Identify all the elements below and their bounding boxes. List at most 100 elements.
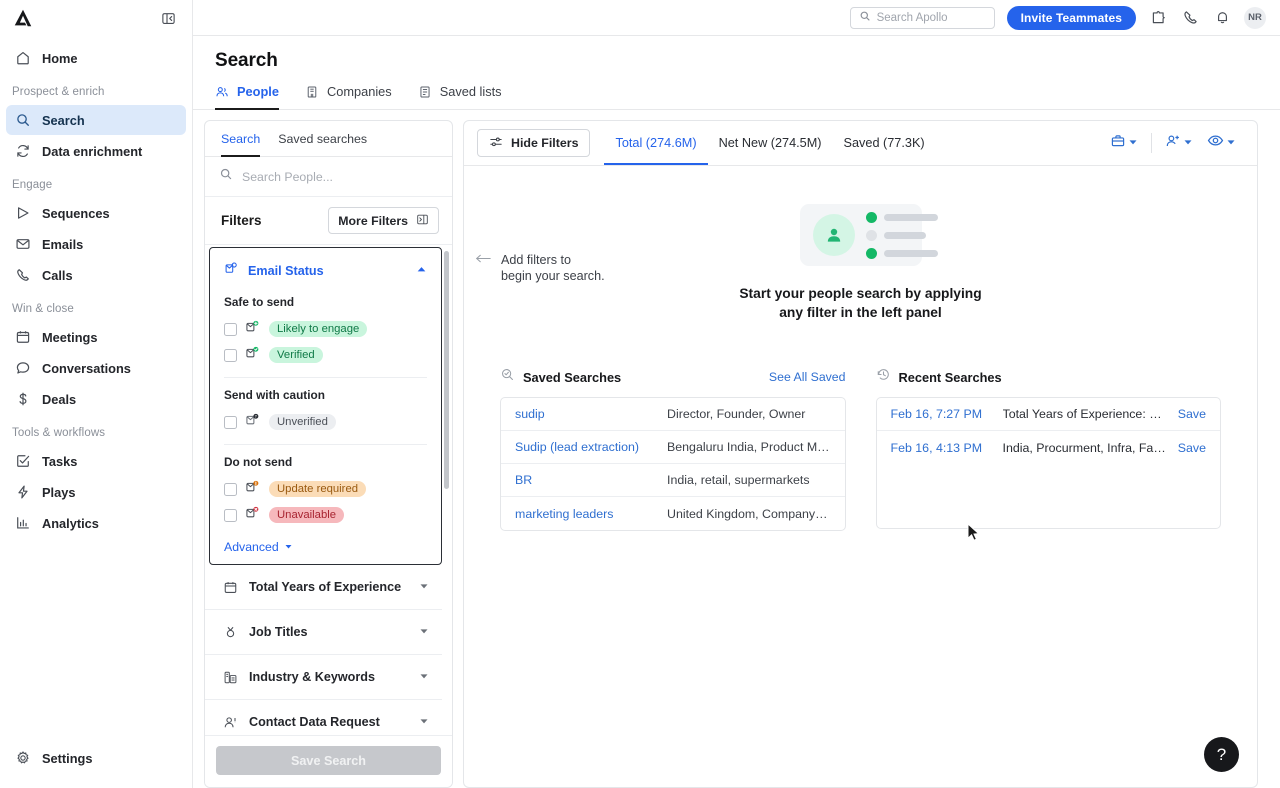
people-icon [215, 85, 229, 99]
option-unavailable[interactable]: Unavailable [224, 502, 427, 528]
list-item[interactable]: sudip Director, Founder, Owner [501, 398, 845, 432]
advanced-toggle[interactable]: Advanced [210, 528, 441, 554]
filter-search-box[interactable] [205, 157, 452, 197]
sidebar-item-label: Analytics [42, 515, 99, 531]
option-group-label: Do not send [224, 455, 293, 469]
tab-label: People [237, 84, 279, 99]
more-filters-button[interactable]: More Filters [328, 207, 439, 234]
list-item[interactable]: Feb 16, 7:27 PM Total Years of Experienc… [876, 398, 1220, 432]
global-search-box[interactable] [849, 6, 995, 29]
recent-search-date[interactable]: Feb 16, 7:27 PM [891, 407, 1003, 421]
empty-dot-icon [865, 229, 877, 241]
list-item[interactable]: Feb 16, 4:13 PM India, Procurment, Infra… [877, 431, 1221, 464]
invite-teammates-button[interactable]: Invite Teammates [1006, 5, 1136, 30]
sidebar-item-data-enrichment[interactable]: Data enrichment [6, 136, 186, 166]
chevron-down-icon[interactable] [419, 623, 429, 641]
sidebar-item-deals[interactable]: Deals [6, 384, 186, 414]
sidebar-item-tasks[interactable]: Tasks [6, 446, 186, 476]
save-search-button[interactable]: Save Search [216, 746, 441, 775]
eye-action[interactable] [1200, 132, 1243, 154]
list-item[interactable]: marketing leaders United Kingdom, Compan… [501, 497, 845, 530]
see-all-saved-link[interactable]: See All Saved [769, 370, 846, 384]
checkbox[interactable] [224, 348, 237, 362]
filter-card-header[interactable]: Email Status [210, 248, 441, 292]
sidebar-item-conversations[interactable]: Conversations [6, 353, 186, 383]
briefcase-action[interactable] [1103, 133, 1145, 154]
save-link[interactable]: Save [1178, 407, 1206, 421]
panel-collapse-icon[interactable] [158, 8, 178, 28]
saved-search-name[interactable]: marketing leaders [515, 507, 667, 521]
checkbox[interactable] [224, 415, 237, 429]
filter-panel: Search Saved searches Filters More Filte… [204, 120, 453, 788]
sidebar-group-label: Tools & workflows [12, 427, 106, 439]
search-icon [859, 9, 871, 27]
search-people-input[interactable] [242, 169, 438, 184]
sidebar-item-label: Data enrichment [42, 143, 143, 159]
saved-search-name[interactable]: Sudip (lead extraction) [515, 440, 667, 454]
filter-tab-saved-searches[interactable]: Saved searches [278, 132, 367, 157]
filter-row-contact-data-request[interactable]: Contact Data Request [205, 700, 442, 735]
bell-icon[interactable] [1212, 8, 1232, 28]
app-root: Home Prospect & enrich Search Data enric… [0, 0, 1280, 788]
person-add-action[interactable] [1158, 133, 1200, 154]
option-unverified[interactable]: ? Unverified [224, 409, 427, 435]
results-tab-total[interactable]: Total (274.6M) [604, 122, 708, 165]
puzzle-piece-icon[interactable] [1148, 8, 1168, 28]
sidebar-item-plays[interactable]: Plays [6, 477, 186, 507]
sidebar-item-settings[interactable]: Settings [6, 743, 186, 773]
tab-companies[interactable]: Companies [305, 84, 392, 110]
filter-row-industry-keywords[interactable]: Industry & Keywords [205, 655, 442, 700]
sidebar-item-home[interactable]: Home [6, 43, 186, 73]
sidebar-footer: Settings [0, 742, 192, 788]
option-likely-to-engage[interactable]: Likely to engage [224, 316, 427, 342]
saved-search-name[interactable]: sudip [515, 407, 667, 421]
tab-saved-lists[interactable]: Saved lists [418, 84, 502, 110]
option-verified[interactable]: Verified [224, 342, 427, 368]
saved-searches-panel: Saved Searches See All Saved sudip Direc… [500, 367, 846, 532]
sidebar-item-sequences[interactable]: Sequences [6, 198, 186, 228]
phone-icon[interactable] [1180, 8, 1200, 28]
list-item[interactable]: Sudip (lead extraction) Bengaluru India,… [501, 431, 845, 465]
chevron-up-icon[interactable] [416, 262, 427, 280]
page-header: Search People Companies Saved lists [193, 36, 1280, 110]
results-tab-saved[interactable]: Saved (77.3K) [833, 122, 936, 165]
apollo-logo-icon[interactable] [12, 7, 34, 29]
search-input[interactable] [876, 11, 986, 24]
phone-icon [14, 267, 31, 284]
sidebar-item-analytics[interactable]: Analytics [6, 508, 186, 538]
list-item[interactable]: BR India, retail, supermarkets [501, 464, 845, 498]
option-update-required[interactable]: Update required [224, 476, 427, 502]
checkbox[interactable] [224, 482, 237, 496]
sidebar-item-label: Sequences [42, 205, 110, 221]
hint-line-1: Add filters to [501, 253, 571, 267]
history-icon [876, 367, 891, 387]
filter-row-total-years-of-experience[interactable]: Total Years of Experience [205, 565, 442, 610]
recent-search-date[interactable]: Feb 16, 4:13 PM [891, 441, 1003, 455]
filters-scroll-area: Email Status Safe to send Likely to enga… [205, 245, 452, 735]
chevron-down-icon[interactable] [419, 578, 429, 596]
chevron-down-icon [1226, 134, 1236, 152]
avatar[interactable]: NR [1244, 6, 1266, 29]
sidebar-item-search[interactable]: Search [6, 105, 186, 135]
chevron-down-icon[interactable] [419, 668, 429, 686]
results-tab-net-new[interactable]: Net New (274.5M) [708, 122, 833, 165]
filters-scrollbar[interactable] [444, 251, 449, 489]
check-dot-icon [865, 211, 877, 223]
lightning-icon [14, 484, 31, 501]
chevron-down-icon[interactable] [419, 713, 429, 731]
help-button[interactable]: ? [1204, 737, 1239, 772]
hide-filters-button[interactable]: Hide Filters [477, 129, 591, 157]
filter-row-job-titles[interactable]: Job Titles [205, 610, 442, 655]
filter-tab-search[interactable]: Search [221, 132, 261, 157]
sidebar-item-meetings[interactable]: Meetings [6, 322, 186, 352]
saved-search-name[interactable]: BR [515, 473, 667, 487]
heading-line-1: Start your people search by applying [739, 286, 982, 301]
tab-people[interactable]: People [215, 84, 279, 110]
save-link[interactable]: Save [1178, 441, 1206, 455]
sidebar-item-emails[interactable]: Emails [6, 229, 186, 259]
checkbox[interactable] [224, 508, 237, 522]
refresh-icon [14, 143, 31, 160]
sidebar-item-calls[interactable]: Calls [6, 260, 186, 290]
checkbox[interactable] [224, 322, 237, 336]
recent-searches-list: Feb 16, 7:27 PM Total Years of Experienc… [875, 397, 1221, 530]
